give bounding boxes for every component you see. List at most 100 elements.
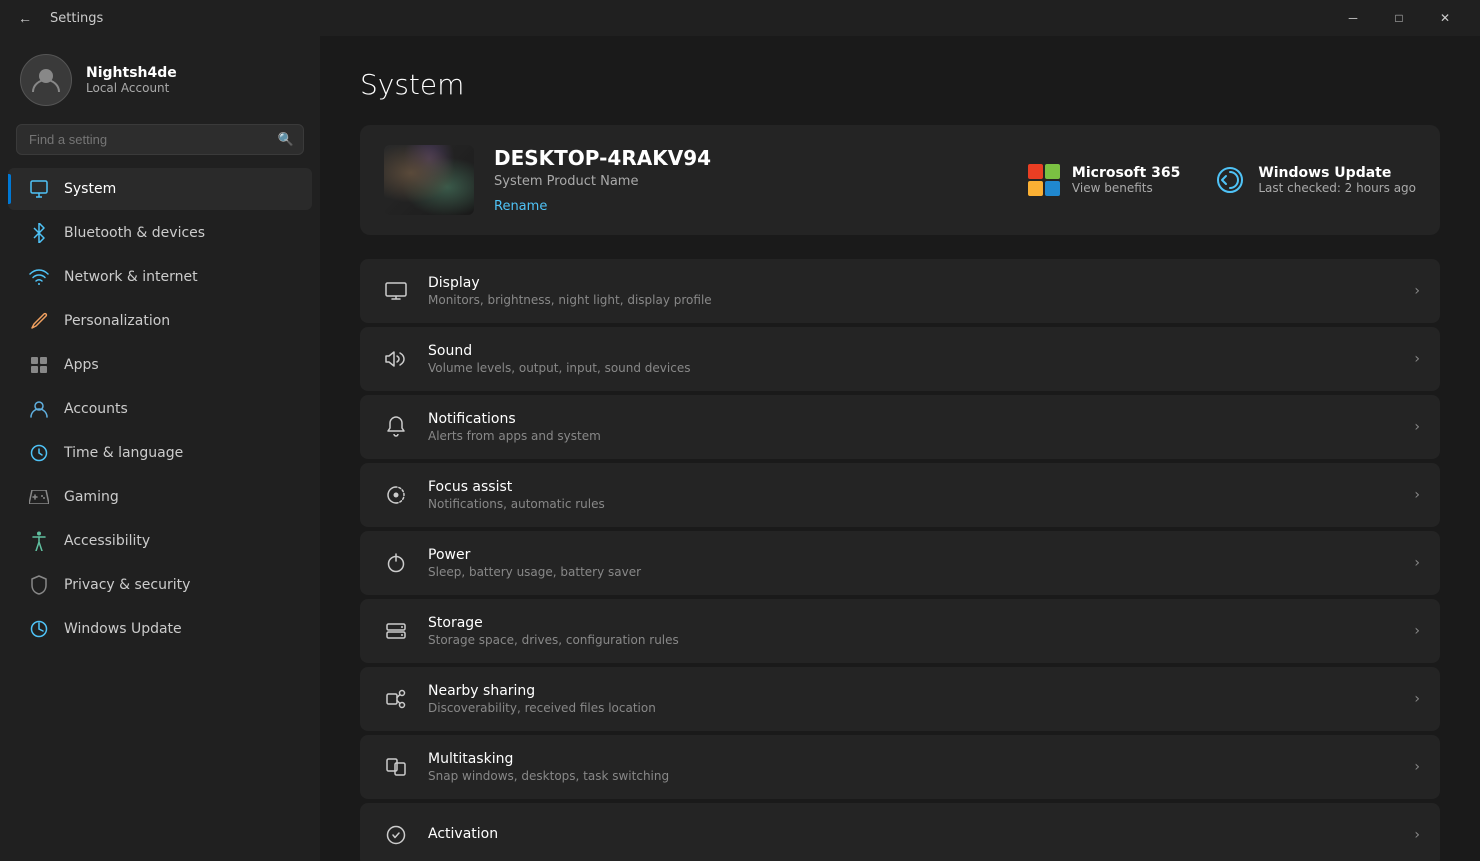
- search-box: 🔍: [16, 124, 304, 155]
- sidebar-item-label: Gaming: [64, 489, 119, 505]
- avatar: [20, 54, 72, 106]
- microsoft365-item[interactable]: Microsoft 365 View benefits: [1026, 162, 1180, 198]
- close-button[interactable]: ✕: [1422, 0, 1468, 36]
- sound-icon: [380, 343, 412, 375]
- storage-desc: Storage space, drives, configuration rul…: [428, 633, 1398, 647]
- chevron-icon: ›: [1414, 351, 1420, 367]
- sidebar-item-label: System: [64, 181, 116, 197]
- storage-text: Storage Storage space, drives, configura…: [428, 615, 1398, 647]
- display-text: Display Monitors, brightness, night ligh…: [428, 275, 1398, 307]
- apps-icon: [28, 354, 50, 376]
- power-title: Power: [428, 547, 1398, 563]
- chevron-icon: ›: [1414, 419, 1420, 435]
- settings-item-display[interactable]: Display Monitors, brightness, night ligh…: [360, 259, 1440, 323]
- sidebar-item-label: Time & language: [64, 445, 183, 461]
- settings-item-nearby-sharing[interactable]: Nearby sharing Discoverability, received…: [360, 667, 1440, 731]
- chevron-icon: ›: [1414, 555, 1420, 571]
- sidebar-item-system[interactable]: System: [8, 168, 312, 210]
- settings-item-activation[interactable]: Activation ›: [360, 803, 1440, 861]
- storage-icon: [380, 615, 412, 647]
- sidebar-item-privacy[interactable]: Privacy & security: [8, 564, 312, 606]
- gaming-icon: [28, 486, 50, 508]
- device-info: DESKTOP-4RAKV94 System Product Name Rena…: [494, 146, 1006, 214]
- update-icon: [28, 618, 50, 640]
- display-icon: [380, 275, 412, 307]
- device-image-inner: [384, 145, 474, 215]
- settings-item-multitasking[interactable]: Multitasking Snap windows, desktops, tas…: [360, 735, 1440, 799]
- titlebar: ← Settings ─ □ ✕: [0, 0, 1480, 36]
- minimize-button[interactable]: ─: [1330, 0, 1376, 36]
- sidebar-item-gaming[interactable]: Gaming: [8, 476, 312, 518]
- sidebar-item-time[interactable]: Time & language: [8, 432, 312, 474]
- notifications-title: Notifications: [428, 411, 1398, 427]
- device-extras: Microsoft 365 View benefits Windo: [1026, 162, 1416, 198]
- nearby-sharing-desc: Discoverability, received files location: [428, 701, 1398, 715]
- settings-item-focus[interactable]: Focus assist Notifications, automatic ru…: [360, 463, 1440, 527]
- windows-update-title: Windows Update: [1258, 165, 1416, 181]
- focus-desc: Notifications, automatic rules: [428, 497, 1398, 511]
- sidebar-item-accounts[interactable]: Accounts: [8, 388, 312, 430]
- user-info: Nightsh4de Local Account: [86, 65, 177, 95]
- back-button[interactable]: ←: [12, 6, 38, 30]
- sidebar-item-network[interactable]: Network & internet: [8, 256, 312, 298]
- sidebar-item-bluetooth[interactable]: Bluetooth & devices: [8, 212, 312, 254]
- device-image: [384, 145, 474, 215]
- sidebar-item-label: Bluetooth & devices: [64, 225, 205, 241]
- nearby-sharing-title: Nearby sharing: [428, 683, 1398, 699]
- sidebar-item-accessibility[interactable]: Accessibility: [8, 520, 312, 562]
- search-input[interactable]: [16, 124, 304, 155]
- multitasking-desc: Snap windows, desktops, task switching: [428, 769, 1398, 783]
- time-icon: [28, 442, 50, 464]
- nearby-sharing-icon: [380, 683, 412, 715]
- power-icon: [380, 547, 412, 579]
- page-title: System: [360, 68, 1440, 101]
- chevron-icon: ›: [1414, 487, 1420, 503]
- activation-title: Activation: [428, 826, 1398, 842]
- sidebar-item-label: Accounts: [64, 401, 128, 417]
- chevron-icon: ›: [1414, 283, 1420, 299]
- maximize-button[interactable]: □: [1376, 0, 1422, 36]
- rename-link[interactable]: Rename: [494, 199, 547, 214]
- microsoft365-icon: [1026, 162, 1062, 198]
- settings-item-power[interactable]: Power Sleep, battery usage, battery save…: [360, 531, 1440, 595]
- settings-item-storage[interactable]: Storage Storage space, drives, configura…: [360, 599, 1440, 663]
- multitasking-title: Multitasking: [428, 751, 1398, 767]
- system-icon: [28, 178, 50, 200]
- notifications-text: Notifications Alerts from apps and syste…: [428, 411, 1398, 443]
- sidebar-item-personalization[interactable]: Personalization: [8, 300, 312, 342]
- device-card: DESKTOP-4RAKV94 System Product Name Rena…: [360, 125, 1440, 235]
- multitasking-icon: [380, 751, 412, 783]
- sidebar-item-label: Windows Update: [64, 621, 182, 637]
- storage-title: Storage: [428, 615, 1398, 631]
- sound-text: Sound Volume levels, output, input, soun…: [428, 343, 1398, 375]
- sidebar-item-label: Personalization: [64, 313, 170, 329]
- focus-icon: [380, 479, 412, 511]
- app-body: Nightsh4de Local Account 🔍 System: [0, 36, 1480, 861]
- power-text: Power Sleep, battery usage, battery save…: [428, 547, 1398, 579]
- activation-text: Activation: [428, 826, 1398, 844]
- windows-update-icon: [1212, 162, 1248, 198]
- display-desc: Monitors, brightness, night light, displ…: [428, 293, 1398, 307]
- chevron-icon: ›: [1414, 827, 1420, 843]
- notifications-icon: [380, 411, 412, 443]
- window-controls: ─ □ ✕: [1330, 0, 1468, 36]
- microsoft365-subtitle: View benefits: [1072, 181, 1180, 195]
- sidebar-item-apps[interactable]: Apps: [8, 344, 312, 386]
- windows-update-item[interactable]: Windows Update Last checked: 2 hours ago: [1212, 162, 1416, 198]
- titlebar-left: ← Settings: [12, 6, 103, 30]
- display-title: Display: [428, 275, 1398, 291]
- wifi-icon: [28, 266, 50, 288]
- chevron-icon: ›: [1414, 759, 1420, 775]
- sidebar-item-label: Network & internet: [64, 269, 198, 285]
- settings-item-notifications[interactable]: Notifications Alerts from apps and syste…: [360, 395, 1440, 459]
- windows-update-subtitle: Last checked: 2 hours ago: [1258, 181, 1416, 195]
- windows-update-text: Windows Update Last checked: 2 hours ago: [1258, 165, 1416, 195]
- accessibility-icon: [28, 530, 50, 552]
- settings-list: Display Monitors, brightness, night ligh…: [360, 259, 1440, 861]
- user-section[interactable]: Nightsh4de Local Account: [0, 36, 320, 124]
- privacy-icon: [28, 574, 50, 596]
- titlebar-title: Settings: [50, 11, 103, 26]
- settings-item-sound[interactable]: Sound Volume levels, output, input, soun…: [360, 327, 1440, 391]
- sidebar-item-update[interactable]: Windows Update: [8, 608, 312, 650]
- activation-icon: [380, 819, 412, 851]
